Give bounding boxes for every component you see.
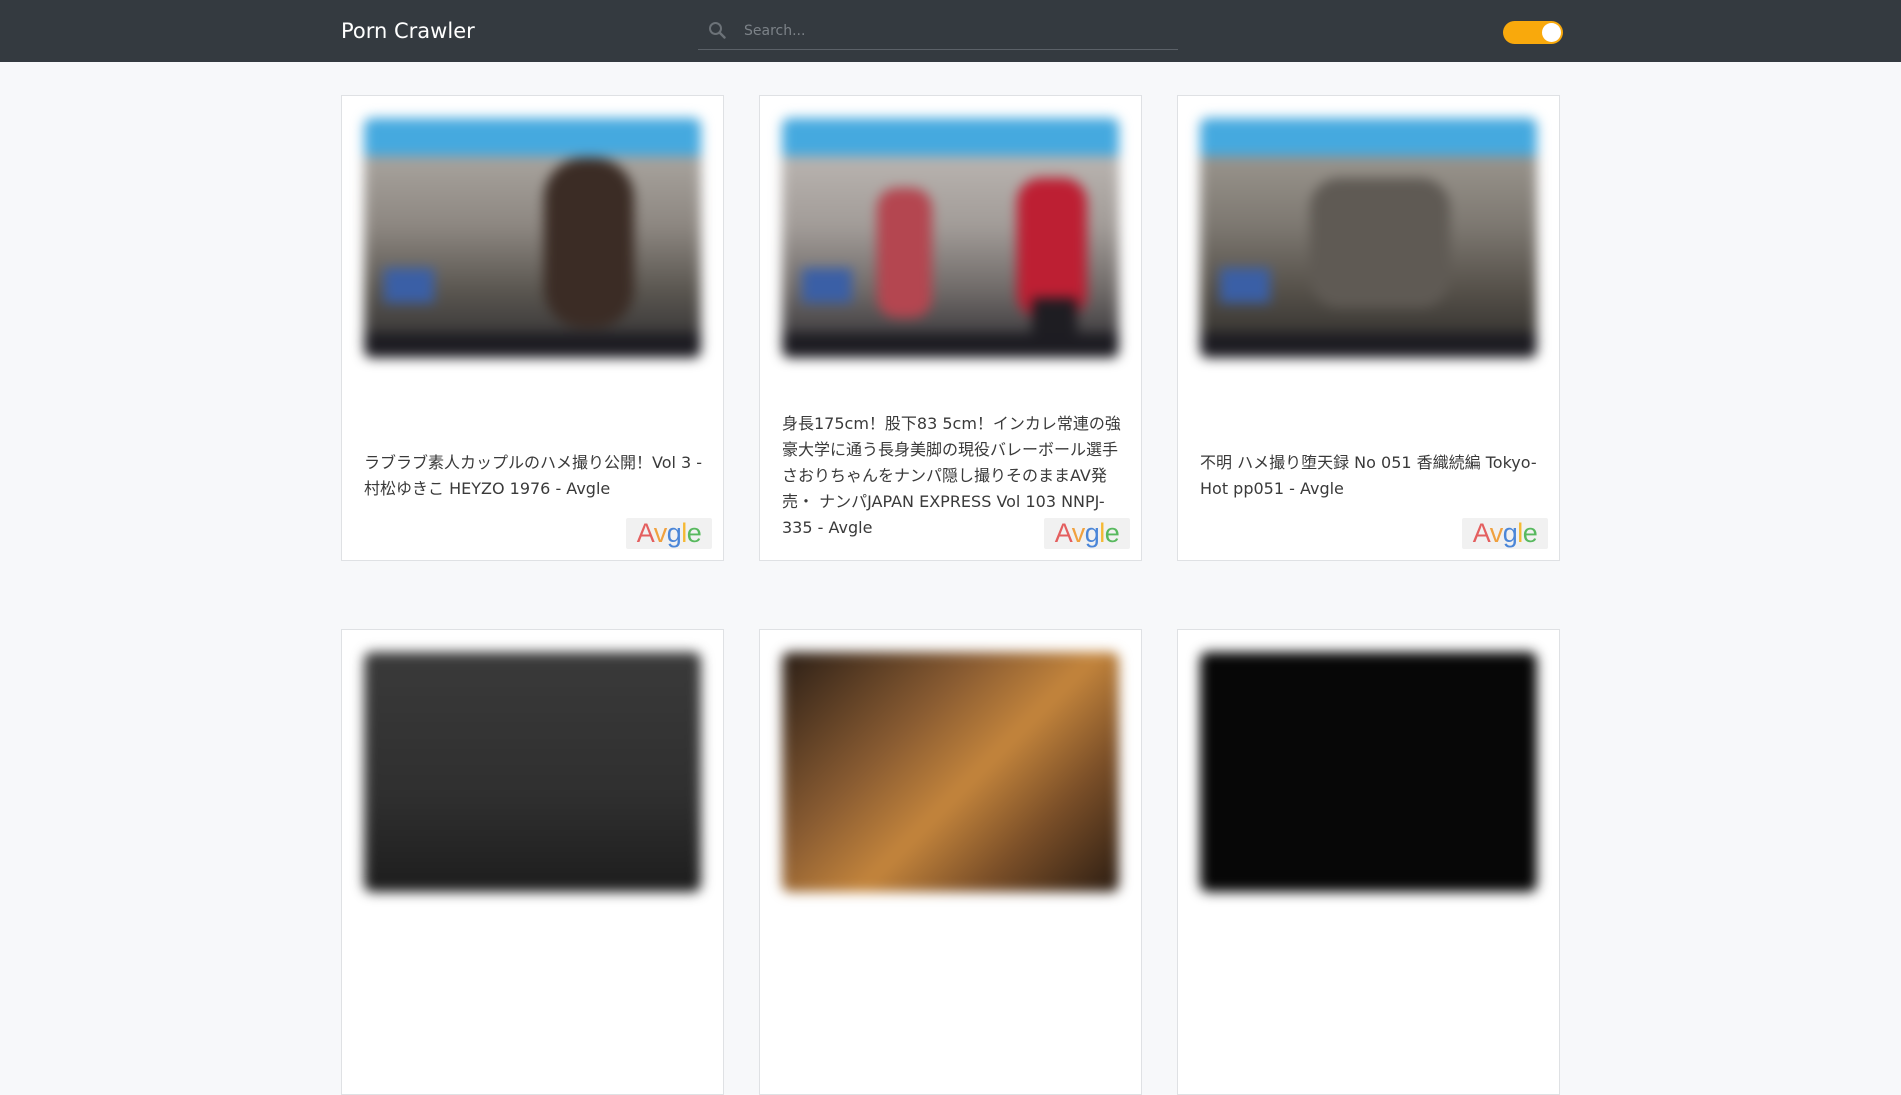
video-card[interactable]: 身長175cm！股下83 5cm！インカレ常連の強豪大学に通う長身美脚の現役バレ… xyxy=(759,95,1142,561)
video-card[interactable]: 不明 ハメ撮り堕天録 No 051 香織続編 Tokyo-Hot pp051 -… xyxy=(1177,95,1560,561)
video-thumbnail[interactable] xyxy=(364,118,701,358)
video-thumbnail[interactable] xyxy=(1200,118,1537,358)
search-icon xyxy=(709,22,726,39)
toggle-knob xyxy=(1542,23,1561,42)
video-thumbnail[interactable] xyxy=(364,652,701,892)
theme-toggle[interactable] xyxy=(1503,21,1563,44)
video-title[interactable]: ラブラブ素人カップルのハメ撮り公開！Vol 3 - 村松ゆきこ HEYZO 19… xyxy=(364,450,704,502)
avgle-logo: Avgle xyxy=(1044,518,1130,549)
video-title[interactable]: 不明 ハメ撮り堕天録 No 051 香織続編 Tokyo-Hot pp051 -… xyxy=(1200,450,1540,502)
video-thumbnail[interactable] xyxy=(782,652,1119,892)
avgle-logo: Avgle xyxy=(626,518,712,549)
video-thumbnail[interactable] xyxy=(782,118,1119,358)
video-card[interactable] xyxy=(341,629,724,1095)
video-card[interactable]: ラブラブ素人カップルのハメ撮り公開！Vol 3 - 村松ゆきこ HEYZO 19… xyxy=(341,95,724,561)
search-bar[interactable] xyxy=(698,12,1178,50)
brand-title[interactable]: Porn Crawler xyxy=(341,17,475,45)
avgle-logo: Avgle xyxy=(1462,518,1548,549)
video-card[interactable] xyxy=(1177,629,1560,1095)
video-thumbnail[interactable] xyxy=(1200,652,1537,892)
navbar: Porn Crawler xyxy=(0,0,1901,62)
video-card[interactable] xyxy=(759,629,1142,1095)
search-input[interactable] xyxy=(742,17,1166,45)
